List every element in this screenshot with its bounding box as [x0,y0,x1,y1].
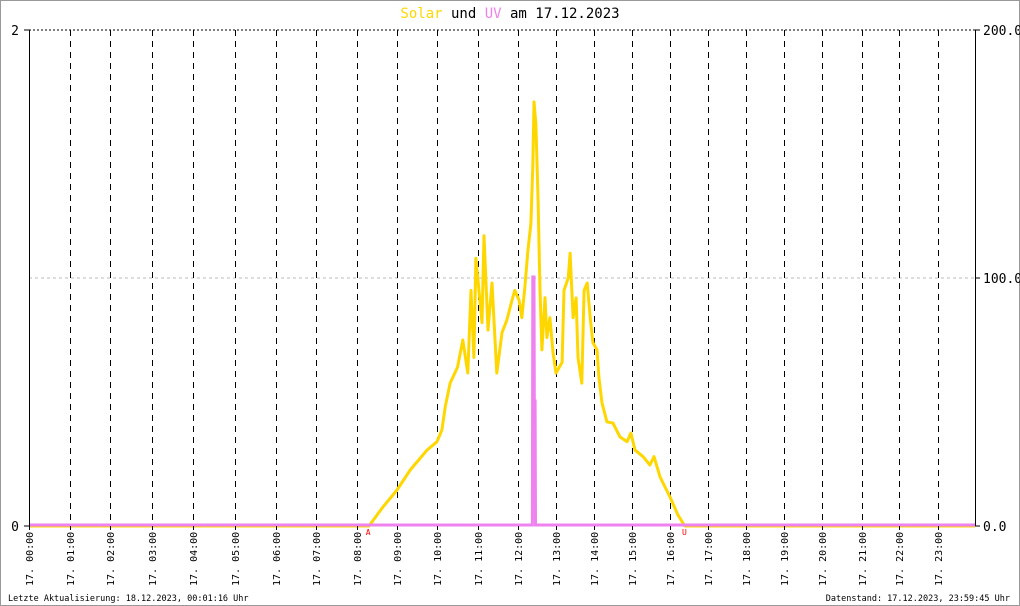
x-tick-label: 17. 16:00 [666,532,677,586]
sun-marker-a: A [366,528,371,537]
x-tick-label: 17. 04:00 [189,532,200,586]
left-tick-label: 0 [11,520,19,535]
sun-marker-u: U [682,528,687,537]
last-update-text: Letzte Aktualisierung: 18.12.2023, 00:01… [8,594,249,604]
x-tick-label: 17. 08:00 [353,532,364,586]
solar-uv-chart: Solar und UV am 17.12.2023 17. 00:00 17. … [0,0,1020,606]
x-tick-label: 17. 19:00 [780,532,791,586]
x-tick-label: 17. 21:00 [858,532,869,586]
x-tick-label: 17. 14:00 [590,532,601,586]
x-tick-label: 17. 23:00 [934,532,945,586]
x-tick-label: 17. 00:00 [25,532,36,586]
x-tick-label: 17. 05:00 [231,532,242,586]
x-tick-label: 17. 18:00 [742,532,753,586]
x-tick-label: 17. 22:00 [895,532,906,586]
left-tick-label: 2 [11,24,19,39]
x-tick-label: 17. 09:00 [393,532,404,586]
x-tick-label: 17. 13:00 [552,532,563,586]
x-tick-label: 17. 11:00 [474,532,485,586]
x-tick-label: 17. 06:00 [272,532,283,586]
data-status-text: Datenstand: 17.12.2023, 23:59:45 Uhr [826,594,1010,604]
chart-image: Solar und UV am 17.12.2023 17. 00:00 17. … [0,0,1020,606]
x-tick-label: 17. 12:00 [514,532,525,586]
x-tick-label: 17. 17:00 [704,532,715,586]
x-tick-label: 17. 15:00 [628,532,639,586]
title-uv: UV [485,6,502,22]
x-tick-label: 17. 20:00 [818,532,829,586]
right-tick-label: 100.0 [983,272,1020,287]
uv-line [29,275,975,527]
x-tick-label: 17. 03:00 [148,532,159,586]
x-tick-label: 17. 07:00 [312,532,323,586]
x-tick-label: 17. 10:00 [433,532,444,586]
right-tick-label: 200.0 [983,24,1020,39]
title-solar: Solar [400,6,442,22]
title-date: am 17.12.2023 [502,6,620,22]
solar-line [29,100,975,528]
x-tick-label: 17. 01:00 [66,532,77,586]
right-tick-label: 0.0 [983,520,1006,535]
chart-title: Solar und UV am 17.12.2023 [400,6,619,22]
title-und: und [443,6,485,22]
x-tick-label: 17. 02:00 [106,532,117,586]
